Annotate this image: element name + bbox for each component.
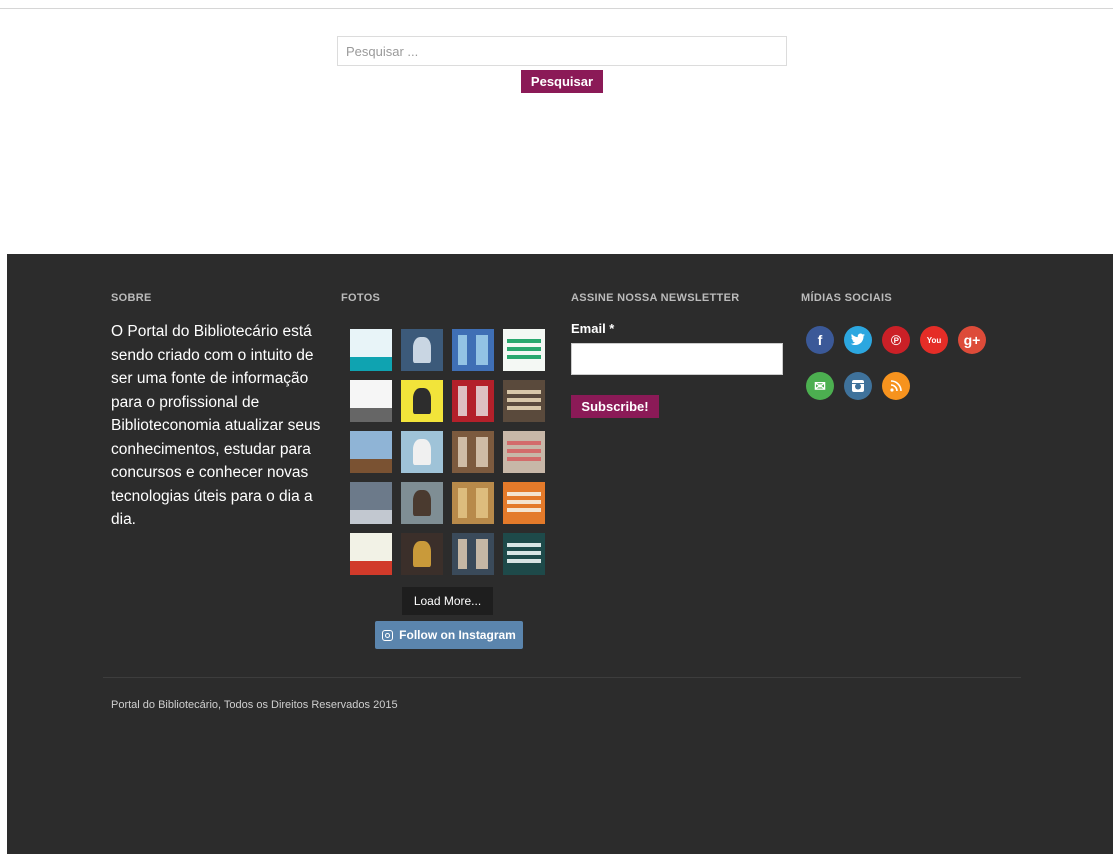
twitter-icon[interactable]	[844, 326, 872, 354]
site-footer: SOBRE O Portal do Bibliotecário está sen…	[7, 254, 1113, 854]
instagram-photo[interactable]	[452, 482, 494, 524]
follow-instagram-button[interactable]: Follow on Instagram	[375, 621, 523, 649]
about-text: O Portal do Bibliotecário está sendo cri…	[111, 323, 321, 528]
instagram-photo[interactable]	[503, 533, 545, 575]
newsletter-title: ASSINE NOSSA NEWSLETTER	[571, 292, 740, 304]
search-input[interactable]	[337, 36, 787, 66]
footer-divider	[103, 677, 1021, 678]
load-more-button[interactable]: Load More...	[402, 587, 493, 615]
subscribe-button[interactable]: Subscribe!	[571, 395, 659, 418]
instagram-photo[interactable]	[503, 482, 545, 524]
youtube-icon[interactable]: You	[920, 326, 948, 354]
search-button[interactable]: Pesquisar	[521, 70, 603, 93]
email-label: Email *	[571, 321, 615, 336]
instagram-photo[interactable]	[401, 380, 443, 422]
instagram-photo[interactable]	[503, 329, 545, 371]
instagram-photo[interactable]	[401, 329, 443, 371]
follow-instagram-label: Follow on Instagram	[399, 628, 516, 642]
instagram-photo[interactable]	[350, 380, 392, 422]
instagram-photo[interactable]	[350, 533, 392, 575]
instagram-photo[interactable]	[503, 380, 545, 422]
photos-title: FOTOS	[341, 292, 381, 304]
email-field[interactable]	[571, 343, 783, 375]
instagram-photo[interactable]	[452, 431, 494, 473]
instagram-photo[interactable]	[401, 533, 443, 575]
about-title: SOBRE	[111, 292, 152, 304]
top-divider	[0, 8, 1113, 9]
instagram-photo[interactable]	[503, 431, 545, 473]
instagram-photo[interactable]	[401, 482, 443, 524]
instagram-photo[interactable]	[452, 329, 494, 371]
instagram-photo-grid	[350, 329, 546, 575]
facebook-icon[interactable]: f	[806, 326, 834, 354]
instagram-icon	[382, 629, 394, 641]
instagram-photo[interactable]	[350, 482, 392, 524]
instagram-photo[interactable]	[452, 380, 494, 422]
email-icon[interactable]: ✉	[806, 372, 834, 400]
social-title: MÍDIAS SOCIAIS	[801, 292, 892, 304]
copyright-text: Portal do Bibliotecário, Todos os Direit…	[111, 699, 398, 711]
instagram-photo[interactable]	[350, 431, 392, 473]
instagram-icon[interactable]	[844, 372, 872, 400]
instagram-photo[interactable]	[452, 533, 494, 575]
google-plus-icon[interactable]: g+	[958, 326, 986, 354]
instagram-photo[interactable]	[350, 329, 392, 371]
instagram-photo[interactable]	[401, 431, 443, 473]
rss-icon[interactable]	[882, 372, 910, 400]
pinterest-icon[interactable]: ℗	[882, 326, 910, 354]
